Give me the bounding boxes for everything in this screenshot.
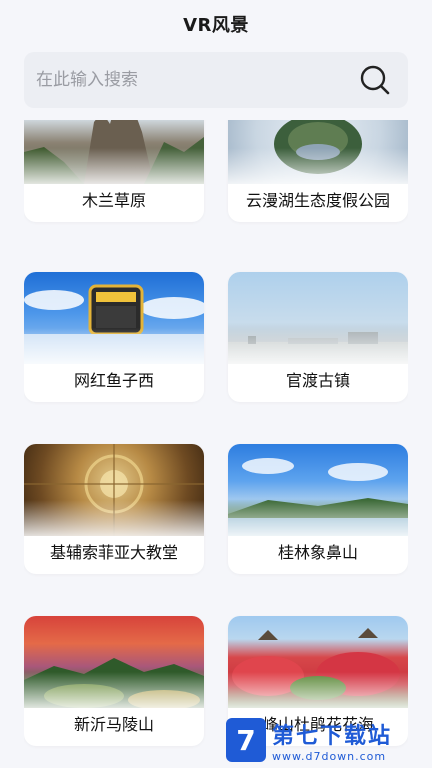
- watermark-text: 第七下载站: [272, 723, 393, 749]
- scenery-grid: 木兰草原 云漫湖生态度假公园 网红鱼子西 官渡古镇 基辅索菲亚大教堂 桂林象鼻山…: [24, 120, 408, 768]
- scenery-label: 官渡古镇: [285, 371, 350, 390]
- scenery-card[interactable]: 官渡古镇: [228, 272, 408, 402]
- scenery-label: 木兰草原: [81, 191, 146, 210]
- scenery-label: 网红鱼子西: [73, 371, 154, 390]
- scenery-label: 云漫湖生态度假公园: [245, 191, 390, 210]
- page-title: VR风景: [183, 15, 249, 36]
- scenery-thumbnail: [228, 120, 408, 184]
- scenery-card[interactable]: 新沂马陵山: [24, 616, 204, 746]
- scenery-thumbnail: [24, 120, 204, 184]
- search-bar[interactable]: [24, 52, 408, 108]
- scenery-thumbnail: [228, 272, 408, 364]
- scenery-card[interactable]: 木兰草原: [24, 120, 204, 222]
- search-icon[interactable]: [358, 63, 392, 97]
- scenery-thumbnail: [228, 616, 408, 708]
- scenery-card[interactable]: 桂林象鼻山: [228, 444, 408, 574]
- search-input[interactable]: [36, 70, 358, 90]
- scenery-card[interactable]: 云漫湖生态度假公园: [228, 120, 408, 222]
- scenery-thumbnail: [24, 272, 204, 364]
- scenery-label: 桂林象鼻山: [277, 543, 358, 562]
- scenery-thumbnail: [24, 616, 204, 708]
- watermark-url: www.d7down.com: [272, 749, 387, 763]
- scenery-card[interactable]: 网红鱼子西: [24, 272, 204, 402]
- app-header: VR风景: [0, 0, 432, 48]
- scenery-label: 新沂马陵山: [73, 715, 154, 734]
- scenery-thumbnail: [228, 444, 408, 536]
- scenery-label: 基辅索菲亚大教堂: [49, 543, 178, 562]
- site-watermark: 7 第七下载站 www.d7down.com: [226, 712, 426, 768]
- watermark-logo: 7: [226, 718, 266, 762]
- scenery-thumbnail: [24, 444, 204, 536]
- scenery-card[interactable]: 基辅索菲亚大教堂: [24, 444, 204, 574]
